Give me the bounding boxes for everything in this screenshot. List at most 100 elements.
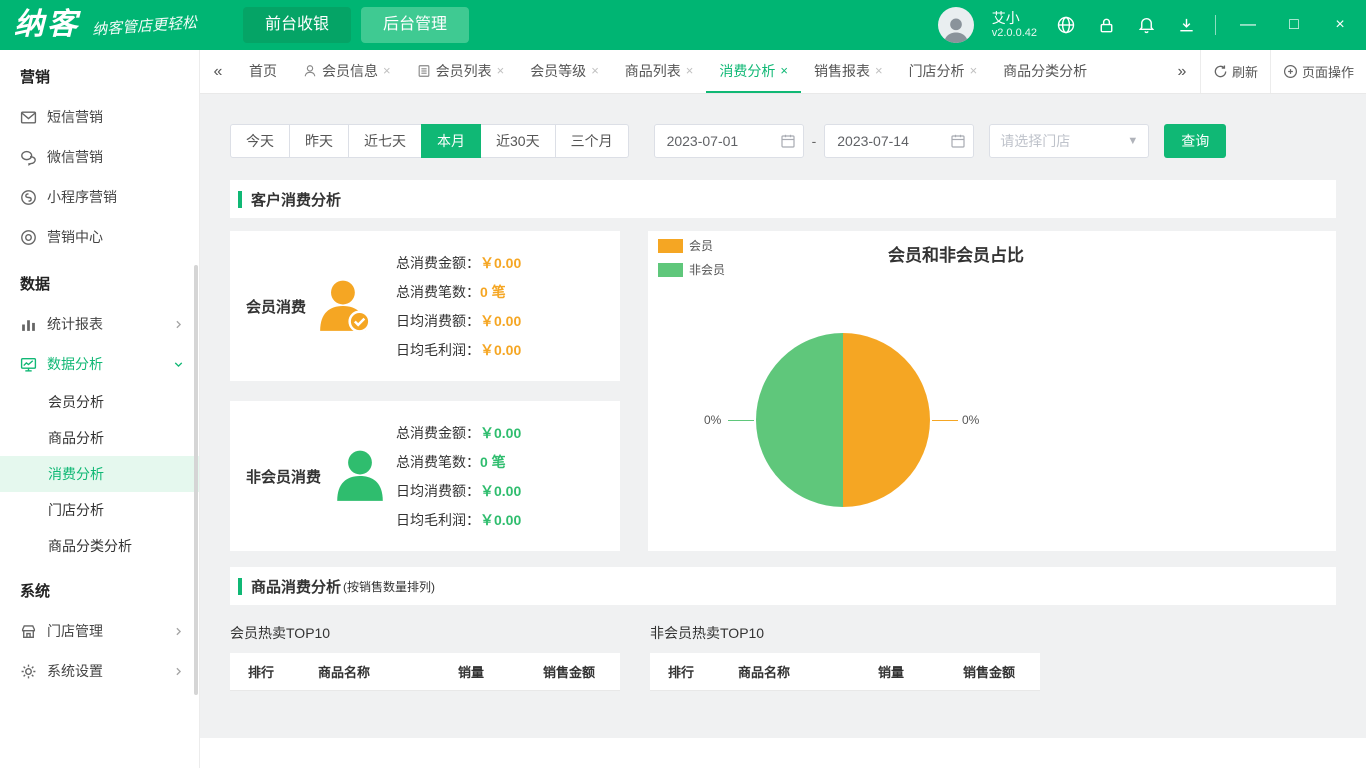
table-header-row: 排行 商品名称 销量 销售金额 (650, 653, 1040, 691)
stat-label: 总消费金额： (396, 424, 480, 441)
member-consumption-card: 会员消费 总消费金额： ￥0.00 总消费笔数： 0 笔 日均消费额： ￥0.0… (230, 231, 620, 381)
sidebar-item-system-settings[interactable]: 系统设置 (0, 651, 199, 691)
sidebar-item-wechat-marketing[interactable]: 微信营销 (0, 137, 199, 177)
sidebar-item-miniprogram-marketing[interactable]: 小程序营销 (0, 177, 199, 217)
stat-row: 日均消费额： ￥0.00 (396, 481, 521, 501)
sidebar-section-data: 数据 (20, 276, 51, 293)
list-icon (417, 64, 431, 78)
sidebar-item-marketing-center[interactable]: 营销中心 (0, 217, 199, 257)
minimize-button[interactable]: — (1234, 0, 1262, 50)
pie-chart-card: 会员和非会员占比 会员 非会员 0% 0% (648, 231, 1336, 551)
sidebar-subitem-consumption-analysis[interactable]: 消费分析 (0, 456, 199, 492)
range-thismonth-button[interactable]: 本月 (421, 124, 481, 158)
user-block[interactable]: 艾小 v2.0.0.42 (992, 10, 1037, 40)
store-icon (20, 623, 37, 640)
stat-row: 总消费笔数： 0 笔 (396, 282, 521, 302)
store-select[interactable]: 请选择门店 ▼ (989, 124, 1150, 158)
sidebar-item-label: 营销中心 (47, 229, 103, 245)
legend-member[interactable]: 会员 (658, 237, 725, 254)
tab-label: 会员信息 (322, 62, 378, 79)
tab-close-icon[interactable]: × (497, 63, 505, 78)
pie-leader-line-right (932, 420, 958, 421)
sidebar-scrollbar[interactable] (194, 265, 198, 695)
range-last7days-button[interactable]: 近七天 (348, 124, 422, 158)
page-tabbar: « 首页 会员信息 × 会员列表 × 会员等级 × 商品列表 × 消费分析 × … (200, 50, 1366, 94)
maximize-button[interactable]: □ (1280, 0, 1308, 50)
tab-category-analysis[interactable]: 商品分类分析 (990, 50, 1100, 93)
sidebar-item-store-management[interactable]: 门店管理 (0, 611, 199, 651)
tab-label: 会员列表 (435, 62, 492, 79)
close-button[interactable]: × (1326, 0, 1354, 50)
page-operations-label: 页面操作 (1301, 65, 1354, 80)
download-icon[interactable] (1175, 14, 1197, 36)
sidebar-item-sms-marketing[interactable]: 短信营销 (0, 97, 199, 137)
analysis-row: 会员消费 总消费金额： ￥0.00 总消费笔数： 0 笔 日均消费额： ￥0.0… (230, 231, 1336, 551)
sidebar-item-data-analysis[interactable]: 数据分析 (0, 344, 199, 384)
main-nav: 前台收银 后台管理 (243, 7, 470, 43)
legend-label: 非会员 (689, 263, 726, 277)
sidebar-section-marketing: 营销 (20, 69, 51, 86)
globe-icon[interactable] (1055, 14, 1077, 36)
tab-member-list[interactable]: 会员列表 × (404, 50, 518, 93)
tab-consumption-analysis[interactable]: 消费分析 × (706, 50, 801, 93)
stat-cards: 会员消费 总消费金额： ￥0.00 总消费笔数： 0 笔 日均消费额： ￥0.0… (230, 231, 620, 551)
tab-label: 商品分类分析 (1003, 62, 1088, 79)
tabs-scroll-left-icon[interactable]: « (200, 50, 236, 93)
tab-close-icon[interactable]: × (591, 63, 599, 78)
pie-chart[interactable] (756, 333, 930, 507)
avatar[interactable] (937, 7, 974, 43)
tab-close-icon[interactable]: × (686, 63, 694, 78)
nonmember-card-rows: 总消费金额： ￥0.00 总消费笔数： 0 笔 日均消费额： ￥0.00 日均毛利润：… (396, 423, 521, 530)
tabbar-ops: » 刷新 页面操作 (1164, 50, 1366, 93)
sidebar-subitem-product-analysis[interactable]: 商品分析 (0, 420, 199, 456)
pie-label-member: 0% (962, 413, 980, 427)
tab-home[interactable]: 首页 (236, 50, 290, 93)
legend-nonmember[interactable]: 非会员 (658, 261, 725, 278)
refresh-button[interactable]: 刷新 (1199, 50, 1270, 93)
chevron-right-icon (172, 625, 185, 638)
tab-member-level[interactable]: 会员等级 × (517, 50, 612, 93)
member-card-rows: 总消费金额： ￥0.00 总消费笔数： 0 笔 日均消费额： ￥0.00 日均毛利润：… (396, 253, 521, 360)
sidebar-section-system: 系统 (20, 583, 51, 600)
tab-label: 消费分析 (719, 62, 776, 79)
legend-swatch-member (658, 238, 683, 253)
member-card-title: 会员消费 (246, 298, 307, 316)
main-layout: 营销 短信营销 微信营销 小程序营销 营销中心 数据 统计报表 数据分析 会员分… (0, 50, 1366, 768)
tab-close-icon[interactable]: × (383, 63, 391, 78)
stat-row: 总消费金额： ￥0.00 (396, 253, 521, 273)
sidebar-item-label: 统计报表 (47, 316, 103, 332)
store-select-placeholder: 请选择门店 (1000, 133, 1071, 149)
query-button[interactable]: 查询 (1164, 124, 1227, 158)
bell-icon[interactable] (1135, 14, 1157, 36)
sidebar-item-statistics-report[interactable]: 统计报表 (0, 304, 199, 344)
tabs-scroll-right-icon[interactable]: » (1164, 63, 1200, 81)
calendar-icon (780, 133, 796, 149)
tab-product-list[interactable]: 商品列表 × (612, 50, 707, 93)
range-last30days-button[interactable]: 近30天 (480, 124, 556, 158)
tab-close-icon[interactable]: × (875, 63, 883, 78)
person-icon (303, 64, 317, 78)
range-today-button[interactable]: 今天 (230, 124, 290, 158)
sidebar-subitem-category-analysis[interactable]: 商品分类分析 (0, 528, 199, 564)
tab-close-icon[interactable]: × (780, 63, 788, 78)
tab-member-info[interactable]: 会员信息 × (290, 50, 404, 93)
nav-tab-admin[interactable]: 后台管理 (361, 7, 470, 43)
tab-store-analysis[interactable]: 门店分析 × (896, 50, 991, 93)
tab-close-icon[interactable]: × (970, 63, 978, 78)
range-yesterday-button[interactable]: 昨天 (289, 124, 349, 158)
range-threemonths-button[interactable]: 三个月 (554, 124, 629, 158)
stat-label: 总消费笔数： (396, 283, 480, 300)
refresh-icon (1213, 64, 1228, 79)
lock-icon[interactable] (1095, 14, 1117, 36)
member-card-left: 会员消费 (246, 277, 396, 335)
avatar-person-icon (944, 18, 968, 43)
horizontal-scrollbar[interactable] (200, 738, 1366, 768)
nav-tab-cashier[interactable]: 前台收银 (243, 7, 352, 43)
content-area: « 首页 会员信息 × 会员列表 × 会员等级 × 商品列表 × 消费分析 × … (200, 50, 1366, 768)
sidebar-subitem-store-analysis[interactable]: 门店分析 (0, 492, 199, 528)
tab-sales-report[interactable]: 销售报表 × (801, 50, 896, 93)
section-title: 商品消费分析 (251, 578, 342, 596)
app-logo: 纳客 (14, 8, 80, 41)
sidebar-subitem-member-analysis[interactable]: 会员分析 (0, 384, 199, 420)
page-operations-button[interactable]: 页面操作 (1269, 50, 1366, 93)
